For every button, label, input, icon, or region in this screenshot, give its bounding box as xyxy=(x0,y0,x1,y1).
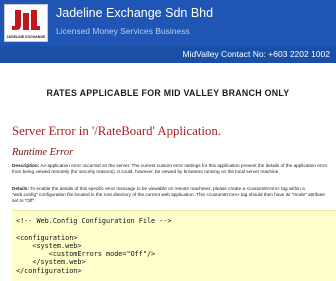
jadeline-jl-logo-icon xyxy=(12,10,40,30)
details-text: To enable the details of this specific e… xyxy=(12,186,325,204)
code-line: </configuration> xyxy=(16,266,82,275)
company-name: Jadeline Exchange Sdn Bhd xyxy=(56,6,214,20)
site-header: JADELINE EXCHANGE Jadeline Exchange Sdn … xyxy=(0,0,336,46)
code-line: <!-- Web.Config Configuration File --> xyxy=(16,217,172,225)
error-details: Details: To enable the details of this s… xyxy=(12,186,330,205)
description-text: An application error occurred on the ser… xyxy=(12,163,328,175)
code-line: <system.web> xyxy=(16,241,82,250)
config-code-box: <!-- Web.Config Configuration File --> <… xyxy=(12,210,336,281)
code-line: <configuration> xyxy=(16,233,78,242)
runtime-error-subtitle: Runtime Error xyxy=(12,147,74,158)
server-error-title: Server Error in '/RateBoard' Application… xyxy=(12,124,221,138)
config-code: <!-- Web.Config Configuration File --> <… xyxy=(16,217,172,275)
description-label: Description: xyxy=(12,163,40,168)
company-subtitle: Licensed Money Services Business xyxy=(56,26,190,36)
contact-bar: MidValley Contact No: +603 2202 1002 xyxy=(0,46,336,63)
logo-text: JADELINE EXCHANGE xyxy=(6,35,46,39)
error-description: Description: An application error occurr… xyxy=(12,163,330,175)
code-line: <customErrors mode="Off"/> xyxy=(16,250,156,259)
details-label: Details: xyxy=(12,186,29,191)
rates-heading: RATES APPLICABLE FOR MID VALLEY BRANCH O… xyxy=(46,88,290,98)
company-logo[interactable]: JADELINE EXCHANGE xyxy=(4,4,48,42)
code-line: </system.web> xyxy=(16,258,86,267)
contact-number: MidValley Contact No: +603 2202 1002 xyxy=(182,49,330,59)
